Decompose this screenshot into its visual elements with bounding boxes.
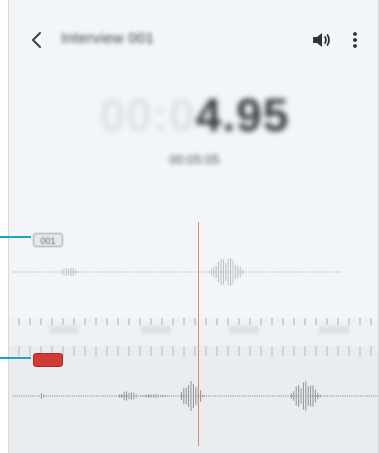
waveform-graphic [12,258,378,411]
back-button[interactable] [25,28,49,52]
more-options-button[interactable] [347,28,363,52]
recording-title: Interview 001 [61,30,155,47]
ruler-time-label [141,326,171,334]
timer-current-digits: 4.95 [195,89,290,141]
waveform-editor[interactable]: 001 002 [9,222,378,453]
callout-line [0,236,31,238]
ruler-time-label [229,326,259,334]
top-app-bar: Interview 001 [9,20,378,60]
chevron-left-icon [32,32,41,48]
ruler-time-label [319,326,349,334]
playhead[interactable] [198,222,199,446]
callout-line [0,357,31,359]
speaker-button[interactable] [309,28,333,52]
track-label-badge-active[interactable]: 002 [33,353,63,367]
playback-timer: 00:04.95 [9,88,378,142]
more-vert-icon [353,32,357,48]
recorder-screen: Interview 001 00:04.95 00:05:05 001 002 [8,0,379,453]
ruler-time-label [49,326,79,334]
speaker-icon [313,33,330,47]
timer-faded-digits: 00:0 [99,89,196,141]
track-label-badge[interactable]: 001 [33,233,63,247]
total-duration: 00:05:05 [169,152,220,167]
